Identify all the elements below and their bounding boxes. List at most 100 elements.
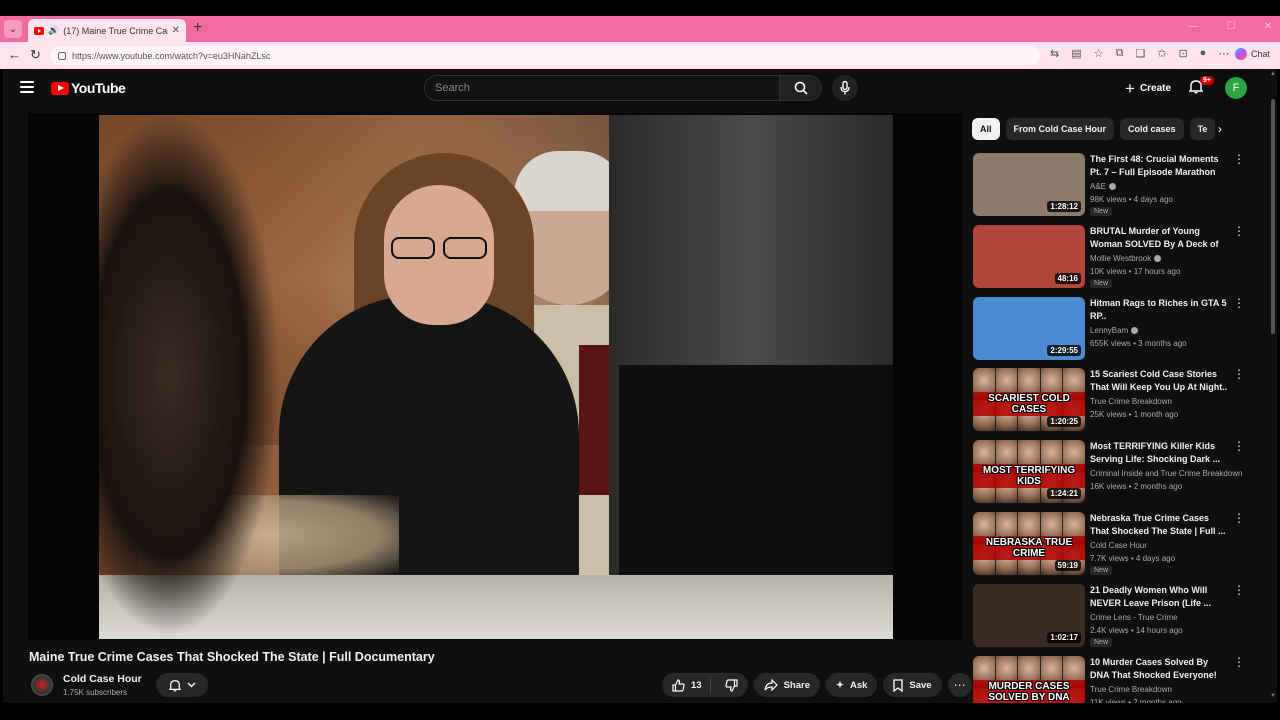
new-badge: New xyxy=(1090,638,1113,647)
collections-icon[interactable]: ❏ xyxy=(1135,47,1145,60)
new-badge: New xyxy=(1090,566,1113,575)
video-title: Maine True Crime Cases That Shocked The … xyxy=(29,650,435,664)
ask-button[interactable]: ✦ Ask xyxy=(825,673,878,697)
share-label: Share xyxy=(783,679,810,691)
filter-chip[interactable]: Te xyxy=(1189,118,1216,140)
menu-icon[interactable] xyxy=(20,81,34,93)
recommendation-channel[interactable]: Mollie Westbrook xyxy=(1090,254,1162,263)
more-vertical-icon[interactable]: ⋮ xyxy=(1232,584,1246,596)
youtube-logo[interactable]: YouTube xyxy=(51,80,126,96)
recommendation-title[interactable]: The First 48: Crucial Moments Pt. 7 – Fu… xyxy=(1090,153,1228,179)
recommendation-item[interactable]: SCARIEST COLD CASES 1:20:25 15 Scariest Co… xyxy=(973,368,1253,432)
video-thumbnail[interactable]: 48:16 xyxy=(973,225,1085,288)
create-button[interactable]: + Create xyxy=(1115,75,1181,101)
url-text: https://www.youtube.com/watch?v=eu3HNahZ… xyxy=(72,50,271,61)
filter-chip[interactable]: All xyxy=(972,118,1000,140)
recommendation-item[interactable]: 1:02:17 21 Deadly Women Who Will NEVER Le… xyxy=(973,584,1253,648)
filter-chip[interactable]: Cold cases xyxy=(1120,118,1184,140)
profile-icon[interactable]: ● xyxy=(1200,47,1207,60)
account-avatar[interactable]: F xyxy=(1225,77,1247,99)
more-vertical-icon[interactable]: ⋮ xyxy=(1232,512,1246,524)
scroll-up-arrow[interactable]: ▲ xyxy=(1270,71,1276,77)
browser-tab[interactable]: 🔊 (17) Maine True Crime Cases ✕ xyxy=(28,19,186,42)
recommendation-channel[interactable]: True Crime Breakdown xyxy=(1090,685,1172,694)
new-badge: New xyxy=(1090,207,1113,216)
recommendation-channel[interactable]: LennyBam xyxy=(1090,326,1139,335)
favorite-star-icon[interactable]: ☆ xyxy=(1094,47,1104,60)
recommendation-title[interactable]: Nebraska True Crime Cases That Shocked T… xyxy=(1090,512,1228,538)
scrollbar-thumb[interactable] xyxy=(1271,99,1275,334)
chevron-right-icon[interactable]: › xyxy=(1218,122,1222,136)
recommendation-channel[interactable]: Cold Case Hour xyxy=(1090,541,1147,550)
favorites-icon[interactable]: ✩ xyxy=(1157,47,1166,60)
translate-icon[interactable]: ⇆ xyxy=(1050,47,1059,60)
extensions-icon[interactable]: ⧉ xyxy=(1116,47,1124,60)
video-player[interactable] xyxy=(28,113,962,640)
recommendation-item[interactable]: 48:16 BRUTAL Murder of Young Woman SOLVED… xyxy=(973,225,1253,289)
video-thumbnail[interactable]: SCARIEST COLD CASES 1:20:25 xyxy=(973,368,1085,431)
back-icon[interactable]: ← xyxy=(8,48,21,62)
video-thumbnail[interactable]: 1:02:17 xyxy=(973,584,1085,647)
dislike-button[interactable] xyxy=(717,677,748,693)
recommendation-item[interactable]: NEBRASKA TRUE CRIME 59:19 Nebraska True Cr… xyxy=(973,512,1253,576)
video-thumbnail[interactable]: MOST TERRIFYING KIDS 1:24:21 xyxy=(973,440,1085,503)
reader-icon[interactable]: ▤ xyxy=(1071,47,1081,60)
bell-icon xyxy=(168,679,181,692)
more-vertical-icon[interactable]: ⋮ xyxy=(1232,225,1246,237)
new-tab-button[interactable]: + xyxy=(193,20,202,36)
recommendation-title[interactable]: 21 Deadly Women Who Will NEVER Leave Pri… xyxy=(1090,584,1228,610)
recommendation-channel[interactable]: Criminal Inside and True Crime Breakdown xyxy=(1090,469,1243,478)
subscription-bell-button[interactable] xyxy=(156,673,208,697)
more-vertical-icon[interactable]: ⋮ xyxy=(1232,440,1246,452)
settings-more-icon[interactable]: ⋯ xyxy=(1218,47,1229,60)
scroll-down-arrow[interactable]: ▼ xyxy=(1270,693,1276,699)
refresh-icon[interactable]: ↻ xyxy=(30,48,41,62)
recommendation-item[interactable]: MURDER CASES SOLVED BY DNA54:1010 Murder… xyxy=(973,656,1253,703)
channel-avatar[interactable] xyxy=(31,674,53,696)
voice-search-button[interactable] xyxy=(832,75,858,101)
recommendation-item[interactable]: 1:28:12 The First 48: Crucial Moments Pt.… xyxy=(973,153,1253,217)
site-info-icon[interactable] xyxy=(58,51,66,60)
screen-top-border xyxy=(0,0,1280,16)
recommendation-title[interactable]: 10 Murder Cases Solved By DNA That Shock… xyxy=(1090,656,1228,682)
tab-list-dropdown[interactable]: ⌄ xyxy=(4,20,22,38)
close-window-icon[interactable]: ✕ xyxy=(1264,21,1272,32)
video-thumbnail[interactable]: 1:28:12 xyxy=(973,153,1085,216)
more-vertical-icon[interactable]: ⋮ xyxy=(1232,368,1246,380)
speaker-icon[interactable]: 🔊 xyxy=(48,25,59,36)
url-field[interactable]: https://www.youtube.com/watch?v=eu3HNahZ… xyxy=(50,46,1040,65)
recommendation-item[interactable]: MOST TERRIFYING KIDS 1:24:21 Most TERRIFYI… xyxy=(973,440,1253,504)
like-button[interactable]: 13 xyxy=(662,677,711,693)
more-vertical-icon[interactable]: ⋮ xyxy=(1232,153,1246,165)
recommendation-channel[interactable]: A&E xyxy=(1090,182,1117,191)
more-vertical-icon[interactable]: ⋮ xyxy=(1232,656,1246,668)
filter-chip[interactable]: From Cold Case Hour xyxy=(1005,118,1115,140)
copilot-chat-button[interactable]: Chat xyxy=(1234,48,1270,60)
youtube-header: YouTube + Create 9+ F xyxy=(3,69,1268,107)
more-vertical-icon[interactable]: ⋮ xyxy=(1232,297,1246,309)
recommendation-title[interactable]: BRUTAL Murder of Young Woman SOLVED By A… xyxy=(1090,225,1228,251)
search-button[interactable] xyxy=(780,75,822,101)
recommendation-item[interactable]: 2:29:55 Hitman Rags to Riches in GTA 5 RP… xyxy=(973,297,1253,361)
save-button[interactable]: Save xyxy=(883,673,942,697)
recommendation-title[interactable]: Most TERRIFYING Killer Kids Serving Life… xyxy=(1090,440,1228,466)
channel-name-text: Crime Lens - True Crime xyxy=(1090,613,1178,622)
video-thumbnail[interactable]: NEBRASKA TRUE CRIME 59:19 xyxy=(973,512,1085,575)
share-button[interactable]: Share xyxy=(753,673,820,697)
logo-text: YouTube xyxy=(71,80,126,96)
video-thumbnail[interactable]: MURDER CASES SOLVED BY DNA54:10 xyxy=(973,656,1085,703)
recommendation-title[interactable]: 15 Scariest Cold Case Stories That Will … xyxy=(1090,368,1228,394)
more-actions-button[interactable]: ⋯ xyxy=(947,673,972,697)
recommendation-title[interactable]: Hitman Rags to Riches in GTA 5 RP.. xyxy=(1090,297,1228,323)
channel-name[interactable]: Cold Case Hour xyxy=(63,673,142,685)
search-input[interactable] xyxy=(424,75,781,101)
new-badge: New xyxy=(1090,279,1113,288)
recommendation-channel[interactable]: True Crime Breakdown xyxy=(1090,397,1172,406)
minimize-icon[interactable]: — xyxy=(1189,21,1199,32)
split-screen-icon[interactable]: ⊡ xyxy=(1178,47,1187,60)
video-thumbnail[interactable]: 2:29:55 xyxy=(973,297,1085,360)
recommendation-channel[interactable]: Crime Lens - True Crime xyxy=(1090,613,1178,622)
maximize-icon[interactable]: ☐ xyxy=(1227,21,1236,32)
verified-check-icon xyxy=(1154,255,1162,262)
tab-close-icon[interactable]: ✕ xyxy=(172,25,180,36)
